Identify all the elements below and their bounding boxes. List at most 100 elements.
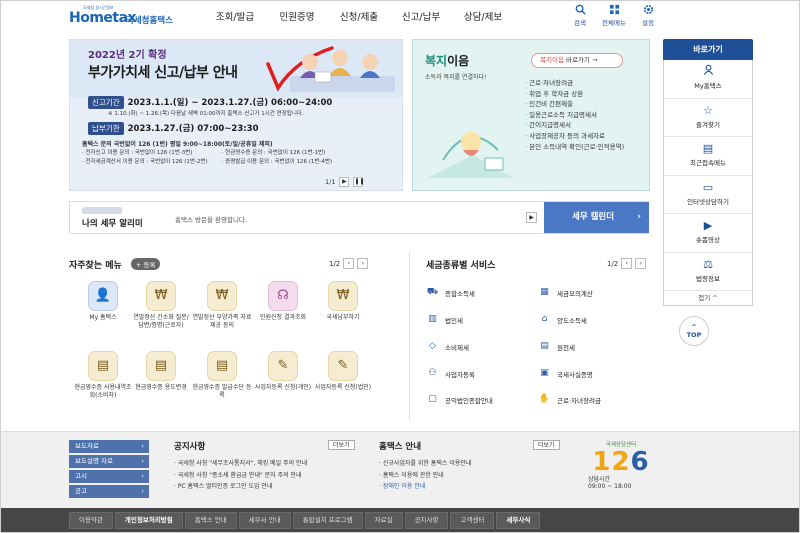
svc-corporate[interactable]: ▥ 법인세 (426, 313, 463, 326)
nav-inquiry[interactable]: 조회/발급 (204, 1, 266, 34)
svc-global-income[interactable]: ⛟ 종합소득세 (426, 286, 475, 299)
terms-link[interactable]: 이용약관 (69, 512, 113, 529)
svc-transfer-income[interactable]: ⌂ 양도소득세 (538, 313, 587, 326)
tax-service-pager: 1/2 ‹ › (607, 258, 647, 269)
banner-pager: 1/1 ▶ ❚❚ (325, 177, 365, 187)
quick-favorites[interactable]: ☆ 즐겨찾기 (664, 99, 752, 137)
svc-fact-certificate[interactable]: ▣ 국세사실증명 (538, 367, 593, 380)
contact-info: 홈택스 문의 국번없이 126 (1번) 평일 9:00~18:00(토/일/공… (82, 140, 398, 178)
user-icon (664, 64, 752, 80)
welfare-item[interactable]: 취업 후 학자금 상환 (525, 89, 624, 100)
welfare-illustration (428, 132, 513, 178)
welfare-item[interactable]: 간이지급명세서 (525, 120, 624, 131)
freq-yearend-simplified[interactable]: ₩ 연말정산 간소화 질문/답변/증명(근로자) (131, 281, 191, 329)
freq-cash-receipt-method[interactable]: ▤ 현금영수증 발급수단 등록 (192, 351, 252, 399)
library-link[interactable]: 자료실 (364, 512, 403, 529)
svc-consumption[interactable]: ◇ 소비제세 (426, 340, 469, 353)
welfare-item[interactable]: 사업장제공자 등의 과세자료 (525, 131, 624, 142)
press-release-link[interactable]: 보도자료 (69, 440, 149, 453)
all-menu-label: 전체메뉴 (602, 19, 626, 27)
quick-label: 최근접속메뉴 (690, 159, 726, 167)
prev-button[interactable]: ‹ (343, 258, 355, 269)
notification-link[interactable]: 고시 (69, 470, 149, 483)
register-button[interactable]: + 등록 (131, 258, 161, 270)
tax-calendar-button[interactable]: 세무 캘린더 › (544, 202, 649, 233)
freq-civil-result[interactable]: ☊ 민원신청 결과조회 (253, 281, 313, 322)
quick-law-info[interactable]: ⚖ 법령정보 (664, 253, 752, 291)
welfare-banner[interactable]: 복지이음 소득과 복지를 연결하다! 복지이음 바로가기 → 근로·자녀장려금 … (412, 39, 650, 191)
nav-filing[interactable]: 신고/납부 (390, 1, 452, 34)
press-explanation-link[interactable]: 보도설명 자료 (69, 455, 149, 468)
svc-earned-income-credit[interactable]: ✋ 근로·자녀장려금 (538, 393, 601, 406)
freq-pay-tax[interactable]: ₩ 국세납부하기 (313, 281, 373, 322)
tax-office-link[interactable]: 세무서 안내 (238, 512, 291, 529)
notice-item[interactable]: 국세청 사칭 "세무조사통지서", 해킹 메일 주의 안내 (174, 458, 307, 470)
freq-cash-receipt-purpose[interactable]: ▤ 현금영수증 용도변경 (131, 351, 191, 392)
call-center-number: 126 (586, 448, 656, 476)
prev-button[interactable]: ‹ (621, 258, 633, 269)
tax-service-title: 세금종류별 서비스 (426, 261, 496, 271)
hometax-guide-link[interactable]: 홈택스 안내 (184, 512, 237, 529)
certificate-icon: ▣ (540, 368, 549, 378)
freq-label: 사업자등록 신청(개인) (254, 384, 312, 391)
notice-more-button[interactable]: 더보기 (328, 440, 355, 450)
banner-pause-button[interactable]: ❚❚ (353, 177, 365, 187)
welfare-item[interactable]: 인건비 간편제출 (525, 99, 624, 110)
guide-item[interactable]: 신규사업자를 위한 홈택스 이용안내 (379, 458, 472, 470)
svc-withholding[interactable]: ▤ 원천세 (538, 340, 575, 353)
svc-label: 소비제세 (445, 343, 469, 352)
welfare-item[interactable]: 일용근로소득 지급명세서 (525, 110, 624, 121)
quick-my-hometax[interactable]: My홈택스 (664, 60, 752, 99)
tax-accountant-link[interactable]: 세무사식 (496, 512, 541, 529)
freq-my-hometax[interactable]: 👤 My 홈택스 (73, 281, 133, 322)
svc-label: 세금모의계산 (557, 289, 593, 298)
search-button[interactable]: 검색 (566, 4, 594, 27)
guide-item[interactable]: 홈택스 이용에 관한 안내 (379, 470, 471, 482)
settings-label: 설정 (642, 19, 654, 27)
settings-button[interactable]: 설정 (634, 4, 662, 27)
quick-online-consult[interactable]: ▭ 인터넷상담하기 (664, 176, 752, 214)
welfare-shortcut-button[interactable]: 복지이음 바로가기 → (531, 53, 623, 68)
quick-fold-button[interactable]: 접기 ^ (664, 291, 752, 305)
welfare-item[interactable]: 근로·자녀장려금 (525, 78, 624, 89)
freq-dependent-consent[interactable]: ₩ 연말정산 부양가족 자료제공 동의 (192, 281, 252, 329)
notifier-play-button[interactable]: ▶ (526, 212, 537, 223)
svc-label: 국세사실증명 (557, 370, 593, 379)
svc-public-corp[interactable]: ▢ 공익법인종합안내 (426, 393, 493, 406)
banner-play-button[interactable]: ▶ (339, 177, 350, 187)
svc-label: 법인세 (445, 316, 463, 325)
announcement-link[interactable]: 공고 (69, 485, 149, 498)
star-icon: ☆ (703, 103, 713, 117)
notice-item[interactable]: PC 홈택스 멀티인증 로그인 도입 안내 (174, 481, 307, 493)
vat-banner[interactable]: 2022년 2기 확정 부가가치세 신고/납부 안내 신고기간 2023.1.1.… (69, 39, 403, 191)
customer-center-link[interactable]: 고객센터 (450, 512, 495, 529)
welcome-text: 홈택스 방문을 환영합니다. (175, 216, 247, 224)
notice-item[interactable]: 국세청 사칭 "종소세 환급금 안내" 문자 주의 안내 (174, 470, 307, 482)
svc-tax-simulation[interactable]: ▦ 세금모의계산 (538, 286, 593, 299)
quick-recent[interactable]: ▤ 최근접속메뉴 (664, 137, 752, 176)
next-button[interactable]: › (635, 258, 647, 269)
all-menu-button[interactable]: 전체메뉴 (600, 4, 628, 27)
hometax-logo[interactable]: 국세청 실시간정보 Hometax 국세청홈택스 (69, 5, 179, 31)
install-program-link[interactable]: 통합설치 프로그램 (292, 512, 363, 529)
svc-business-reg[interactable]: ⚇ 사업자등록 (426, 367, 474, 380)
diamond-icon: ◇ (429, 341, 436, 351)
welfare-item[interactable]: 본인 소득내역 확인(근로·인적용역) (525, 142, 624, 153)
scroll-top-button[interactable]: ^ TOP (679, 316, 709, 346)
freq-business-reg-corp[interactable]: ✎ 사업자등록 신청(법인) (313, 351, 373, 392)
guide-more-button[interactable]: 더보기 (533, 440, 560, 450)
nav-application[interactable]: 신청/제출 (328, 1, 390, 34)
money-bag-icon: ₩ (146, 281, 176, 311)
contact-line: · 전자세금계산서 이용 문의 : 국번없이 126 (1번-2번) (82, 159, 208, 165)
svc-label: 종합소득세 (445, 289, 475, 298)
nav-certificate[interactable]: 민원증명 (266, 1, 328, 34)
guide-item[interactable]: 장애인 이용 안내 (379, 481, 471, 493)
freq-cash-receipt-history[interactable]: ▤ 현금영수증 사용내역조회(소비자) (73, 351, 133, 399)
freq-business-reg-personal[interactable]: ✎ 사업자등록 신청(개인) (253, 351, 313, 392)
notices-link[interactable]: 공지사항 (404, 512, 449, 529)
quick-shortform[interactable]: ▶ 숏폼영상 (664, 214, 752, 253)
next-button[interactable]: › (357, 258, 369, 269)
welfare-title: 복지이음 (425, 52, 469, 69)
privacy-link[interactable]: 개인정보처리방침 (114, 512, 183, 529)
nav-consult[interactable]: 상담/제보 (452, 1, 514, 34)
